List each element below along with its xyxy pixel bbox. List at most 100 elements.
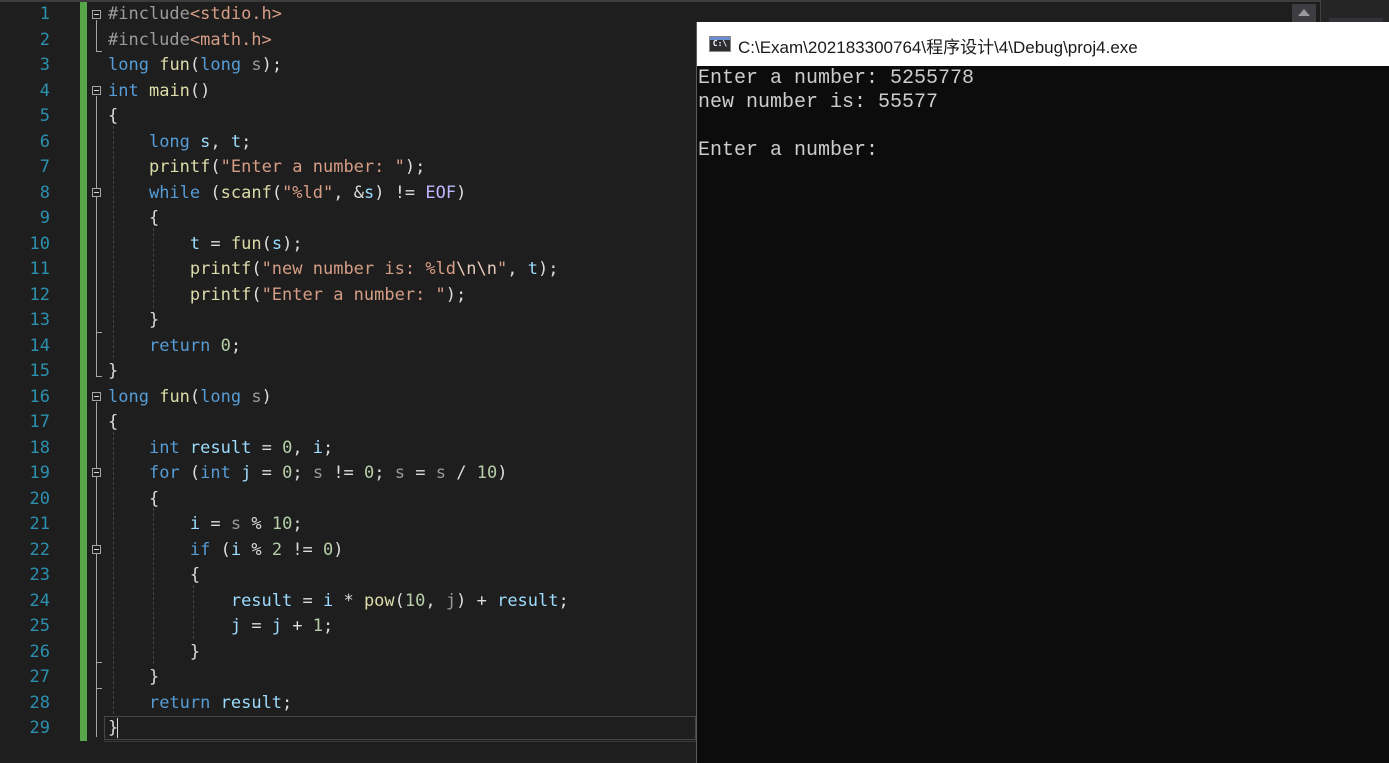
code-line[interactable]: #include<math.h> (108, 28, 272, 54)
code-token: scanf (220, 182, 272, 203)
line-number: 15 (29, 361, 50, 381)
code-token: \n\n (456, 259, 497, 279)
code-token: % (241, 539, 272, 560)
code-token: ( (210, 539, 231, 560)
code-token: s (271, 233, 283, 254)
current-line-highlight (104, 716, 696, 740)
text-cursor (117, 718, 118, 738)
line-number: 16 (29, 386, 50, 407)
code-token: ( (251, 259, 262, 279)
code-line[interactable]: long s, t; (108, 130, 251, 156)
code-line[interactable]: { (108, 104, 118, 130)
code-token: <stdio.h> (189, 4, 283, 24)
code-line[interactable]: long fun(long s) (108, 385, 272, 411)
code-line[interactable]: printf("Enter a number: "); (108, 155, 425, 181)
code-token: 0 (282, 437, 293, 458)
code-token: return (148, 335, 211, 356)
code-token: , (210, 131, 231, 152)
fold-toggle-icon[interactable] (92, 392, 101, 401)
editor-bottom-border (104, 741, 696, 742)
console-app-icon: C:\ (709, 36, 731, 52)
code-line[interactable]: result = i * pow(10, j) + result; (108, 589, 569, 615)
code-line[interactable]: if (i % 2 != 0) (108, 538, 344, 564)
code-line[interactable]: long fun(long s); (108, 53, 282, 79)
change-tracking-bar (80, 2, 87, 741)
console-window[interactable]: C:\ C:\Exam\202183300764\程序设计\4\Debug\pr… (696, 22, 1389, 763)
code-line[interactable]: { (108, 410, 118, 436)
fold-toggle-icon[interactable] (92, 188, 101, 197)
code-line[interactable]: } (108, 308, 159, 334)
code-token: "%ld" (282, 182, 334, 203)
code-line[interactable]: return result; (108, 691, 292, 717)
code-line[interactable]: { (108, 563, 200, 589)
code-token: ) (456, 182, 467, 203)
code-token: t (230, 131, 242, 152)
code-line[interactable]: int main() (108, 79, 210, 105)
code-line[interactable]: return 0; (108, 334, 241, 360)
code-token: = (251, 463, 283, 483)
code-token: ); (261, 55, 283, 75)
code-token: result (230, 590, 293, 611)
line-number: 27 (29, 667, 50, 687)
code-line[interactable]: { (108, 206, 159, 232)
code-token: s (230, 514, 242, 534)
code-token: EOF (425, 182, 457, 203)
code-token: ); (537, 259, 559, 279)
code-token: " (496, 259, 508, 279)
line-number: 9 (39, 208, 50, 228)
code-line[interactable]: printf("Enter a number: "); (108, 283, 466, 309)
line-number-gutter: 1 2 3 4 5 6 7 8 9 10 11 12 13 14 15 16 17 18 19 20 21 22 23 24 2… (0, 0, 80, 742)
code-line[interactable]: printf("new number is: %ld\n\n", t); (108, 257, 559, 283)
code-token: "Enter a number: " (220, 157, 405, 177)
console-window-title: C:\Exam\202183300764\程序设计\4\Debug\proj4.… (738, 38, 1138, 57)
code-line[interactable]: t = fun(s); (108, 232, 303, 258)
code-token: j (445, 590, 457, 611)
vertical-scrollbar-up-button[interactable] (1292, 4, 1316, 22)
line-number: 1 (39, 4, 50, 24)
code-token: j (241, 463, 252, 483)
code-token: = (200, 233, 231, 254)
line-number: 22 (29, 539, 50, 560)
line-number: 18 (29, 437, 50, 458)
fold-toggle-icon[interactable] (92, 86, 101, 95)
console-title-bar[interactable]: C:\ C:\Exam\202183300764\程序设计\4\Debug\pr… (697, 22, 1389, 66)
code-line[interactable]: } (108, 359, 118, 385)
code-token: s (251, 55, 262, 75)
code-token: "new number is: %ld (261, 259, 457, 279)
code-line[interactable]: for (int j = 0; s != 0; s = s / 10) (108, 461, 507, 487)
fold-toggle-icon[interactable] (92, 468, 101, 477)
line-number: 7 (39, 157, 50, 177)
code-token: t (527, 259, 538, 279)
code-line[interactable]: i = s % 10; (108, 512, 303, 538)
line-number: 23 (29, 565, 50, 585)
fold-region-line (96, 402, 97, 737)
code-token: while (148, 182, 201, 203)
code-token: != (282, 539, 324, 560)
code-token: ; (374, 463, 395, 483)
code-line[interactable]: int result = 0, i; (108, 436, 333, 462)
fold-toggle-icon[interactable] (92, 10, 101, 19)
code-line[interactable]: } (108, 640, 200, 666)
code-token: } (108, 641, 201, 662)
line-number: 26 (29, 641, 50, 662)
code-token: j (271, 616, 283, 636)
code-line[interactable]: #include<stdio.h> (108, 2, 282, 28)
code-line[interactable]: { (108, 487, 159, 513)
fold-toggle-icon[interactable] (92, 545, 101, 554)
code-token: ); (404, 157, 426, 177)
fold-region-end (96, 376, 102, 377)
code-token: fun (159, 55, 190, 75)
code-line[interactable]: } (108, 665, 159, 691)
code-token: result (497, 590, 559, 611)
code-token: { (108, 208, 160, 228)
code-token: 10 (476, 463, 498, 483)
code-line[interactable]: while (scanf("%ld", &s) != EOF) (108, 181, 466, 207)
code-line[interactable]: j = j + 1; (108, 614, 333, 640)
chevron-up-icon (1298, 9, 1310, 16)
code-token: result (189, 437, 252, 458)
